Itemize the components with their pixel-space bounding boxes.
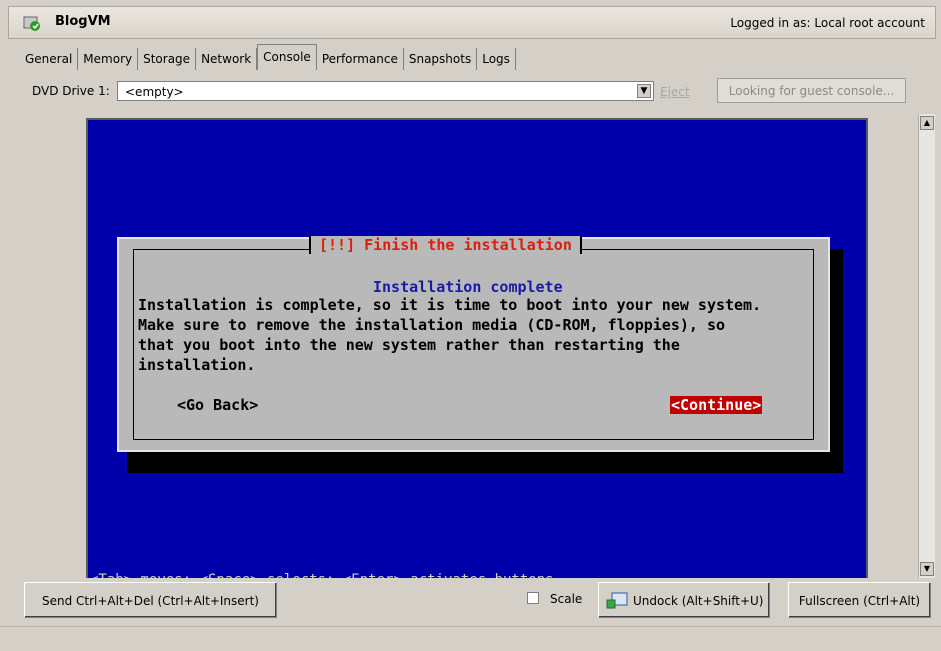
tab-snapshots[interactable]: Snapshots: [403, 48, 478, 70]
logged-in-status: Logged in as: Local root account: [730, 16, 925, 30]
eject-link[interactable]: Eject: [660, 85, 690, 99]
dvd-drive-select[interactable]: <empty> ▼: [117, 81, 654, 101]
dialog-subtitle: Installation complete: [373, 278, 563, 296]
tab-storage[interactable]: Storage: [138, 48, 197, 70]
tab-logs[interactable]: Logs: [477, 48, 516, 70]
continue-button[interactable]: <Continue>: [670, 396, 763, 414]
window-titlebar: BlogVM Logged in as: Local root account: [8, 6, 936, 39]
undock-icon: [606, 592, 628, 609]
dialog-title: [!!] Finish the installation: [309, 236, 582, 254]
vm-console-screen[interactable]: [!!] Finish the installation Installatio…: [86, 118, 868, 584]
tab-bar: General Memory Storage Network Console P…: [20, 44, 516, 70]
status-bar: [0, 626, 941, 651]
tab-memory[interactable]: Memory: [78, 48, 139, 70]
scale-checkbox[interactable]: [527, 592, 539, 604]
scroll-up-icon[interactable]: ▲: [920, 116, 934, 130]
dvd-drive-value: <empty>: [125, 85, 184, 99]
dvd-drive-label: DVD Drive 1:: [32, 84, 110, 98]
vm-icon: [23, 16, 40, 31]
dialog-text-line: Installation is complete, so it is time …: [138, 296, 762, 314]
looking-for-console-button[interactable]: Looking for guest console...: [717, 78, 906, 103]
tab-general[interactable]: General: [20, 48, 79, 70]
installer-dialog: [!!] Finish the installation Installatio…: [117, 236, 830, 452]
dialog-text-line: Make sure to remove the installation med…: [138, 316, 725, 334]
send-ctrl-alt-del-button[interactable]: Send Ctrl+Alt+Del (Ctrl+Alt+Insert): [24, 582, 277, 618]
fullscreen-button[interactable]: Fullscreen (Ctrl+Alt): [788, 582, 931, 618]
tab-performance[interactable]: Performance: [316, 48, 404, 70]
scale-label: Scale: [550, 592, 583, 606]
dialog-text-line: that you boot into the new system rather…: [138, 336, 680, 354]
vm-name-title: BlogVM: [55, 14, 111, 29]
chevron-down-icon[interactable]: ▼: [637, 84, 651, 98]
scroll-down-icon[interactable]: ▼: [920, 562, 934, 576]
go-back-button[interactable]: <Go Back>: [177, 396, 258, 414]
console-scrollbar[interactable]: ▲ ▼: [918, 114, 935, 578]
dialog-text-line: installation.: [138, 356, 256, 374]
tab-network[interactable]: Network: [196, 48, 258, 70]
tab-console[interactable]: Console: [257, 44, 317, 70]
